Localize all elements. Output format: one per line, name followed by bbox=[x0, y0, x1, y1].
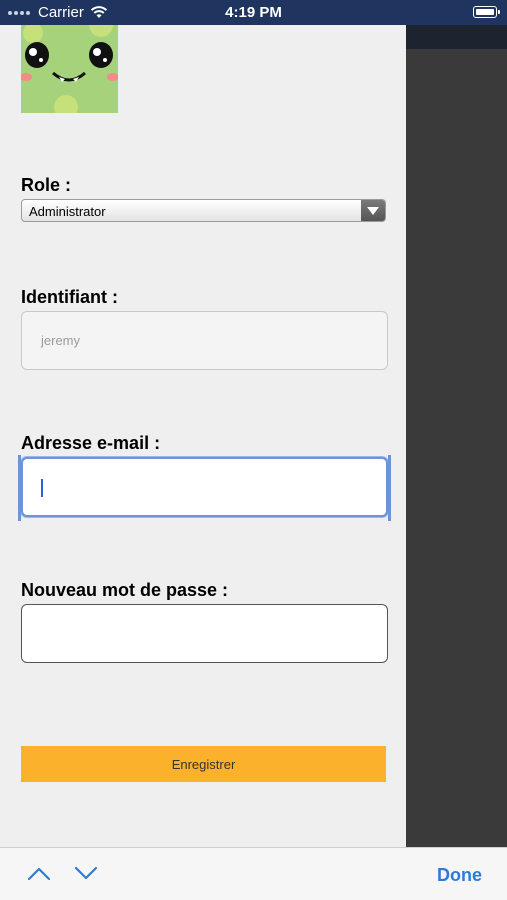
role-label: Role : bbox=[21, 175, 72, 195]
status-bar: Carrier 4:19 PM bbox=[0, 0, 507, 25]
status-time: 4:19 PM bbox=[225, 4, 282, 21]
identifiant-field: jeremy bbox=[21, 311, 388, 370]
battery-icon bbox=[473, 6, 500, 18]
save-button[interactable]: Enregistrer bbox=[21, 746, 386, 782]
chevron-down-icon[interactable] bbox=[74, 865, 98, 881]
email-label: Adresse e-mail : bbox=[21, 433, 161, 453]
password-label: Nouveau mot de passe : bbox=[21, 580, 229, 600]
role-selected-value: Administrator bbox=[29, 204, 106, 219]
dropdown-arrow-icon[interactable] bbox=[361, 200, 385, 221]
text-caret bbox=[41, 479, 43, 497]
profile-drawer: Role : Administrator Identifiant : jerem… bbox=[0, 25, 406, 847]
selection-handle-left[interactable] bbox=[18, 455, 21, 521]
overlay-header bbox=[406, 25, 507, 49]
keyboard-accessory-bar: Done bbox=[0, 847, 507, 900]
identifiant-label: Identifiant : bbox=[21, 287, 118, 307]
password-field[interactable] bbox=[21, 604, 388, 663]
email-field[interactable] bbox=[18, 455, 391, 521]
monster-avatar-icon bbox=[21, 25, 118, 113]
content-overlay[interactable] bbox=[406, 25, 507, 847]
done-button[interactable]: Done bbox=[437, 865, 482, 886]
chevron-up-icon[interactable] bbox=[27, 865, 51, 881]
selection-handle-right[interactable] bbox=[388, 455, 391, 521]
identifiant-placeholder: jeremy bbox=[41, 333, 81, 348]
role-select[interactable]: Administrator bbox=[21, 199, 386, 222]
